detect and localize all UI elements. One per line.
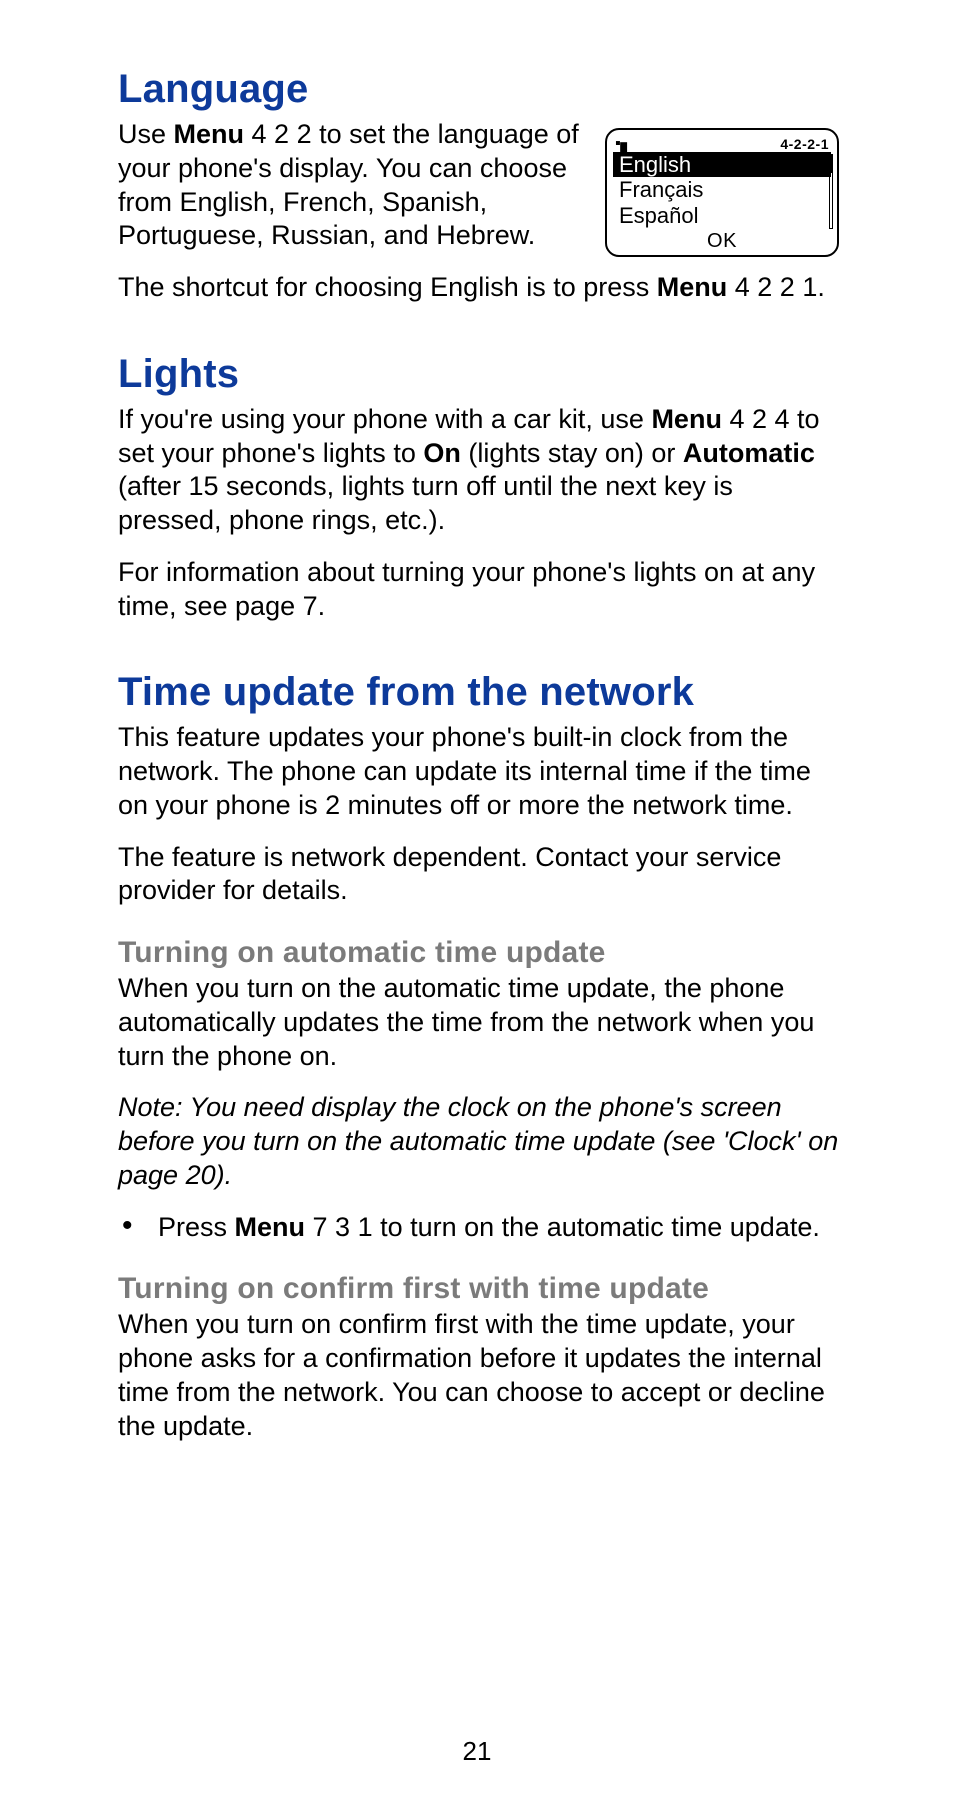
- timeupdate-paragraph-1: This feature updates your phone's built-…: [118, 721, 839, 822]
- phone-menu-code: 4-2-2-1: [780, 136, 829, 152]
- text: 4 2 2 1.: [727, 272, 825, 302]
- heading-lights: Lights: [118, 349, 839, 399]
- lights-paragraph-2: For information about turning your phone…: [118, 556, 839, 624]
- phone-option-espanol: Español: [613, 203, 831, 228]
- heading-time-update: Time update from the network: [118, 667, 839, 717]
- phone-language-list: English Français Español: [613, 152, 831, 228]
- section-time-update: Time update from the network This featur…: [118, 667, 839, 1443]
- phone-screen-illustration: ▪▖ 4-2-2-1 English Français Español OK: [605, 128, 839, 257]
- text: Use: [118, 119, 174, 149]
- auto-time-bullet-list: Press Menu 7 3 1 to turn on the automati…: [118, 1211, 839, 1245]
- phone-option-francais: Français: [613, 177, 831, 202]
- phone-softkey-ok: OK: [613, 230, 831, 253]
- phone-scrollbar-icon: [829, 154, 833, 229]
- text: Press: [158, 1212, 235, 1242]
- on-keyword: On: [423, 438, 461, 468]
- auto-time-paragraph-1: When you turn on the automatic time upda…: [118, 972, 839, 1073]
- automatic-keyword: Automatic: [683, 438, 815, 468]
- text: The shortcut for choosing English is to …: [118, 272, 657, 302]
- phone-option-english: English: [613, 152, 831, 177]
- phone-screen-header: ▪▖ 4-2-2-1: [613, 134, 831, 152]
- menu-keyword: Menu: [651, 404, 722, 434]
- timeupdate-paragraph-2: The feature is network dependent. Contac…: [118, 841, 839, 909]
- page-number: 21: [0, 1736, 954, 1767]
- confirm-first-paragraph-1: When you turn on confirm first with the …: [118, 1308, 839, 1443]
- menu-keyword: Menu: [174, 119, 245, 149]
- section-lights: Lights If you're using your phone with a…: [118, 349, 839, 624]
- menu-keyword: Menu: [657, 272, 728, 302]
- text: 7 3 1 to turn on the automatic time upda…: [305, 1212, 820, 1242]
- menu-keyword: Menu: [235, 1212, 306, 1242]
- auto-time-note: Note: You need display the clock on the …: [118, 1091, 839, 1192]
- text: (after 15 seconds, lights turn off until…: [118, 471, 733, 535]
- text: If you're using your phone with a car ki…: [118, 404, 651, 434]
- subheading-confirm-first: Turning on confirm first with time updat…: [118, 1272, 839, 1306]
- text: (lights stay on) or: [461, 438, 683, 468]
- battery-icon: ▪▖: [615, 136, 633, 152]
- section-language: Language ▪▖ 4-2-2-1 English Français Esp…: [118, 64, 839, 305]
- heading-language: Language: [118, 64, 839, 114]
- auto-time-bullet: Press Menu 7 3 1 to turn on the automati…: [118, 1211, 839, 1245]
- manual-page: Language ▪▖ 4-2-2-1 English Français Esp…: [0, 0, 954, 1803]
- lights-paragraph-1: If you're using your phone with a car ki…: [118, 403, 839, 538]
- language-paragraph-2: The shortcut for choosing English is to …: [118, 271, 839, 305]
- subheading-auto-time-update: Turning on automatic time update: [118, 936, 839, 970]
